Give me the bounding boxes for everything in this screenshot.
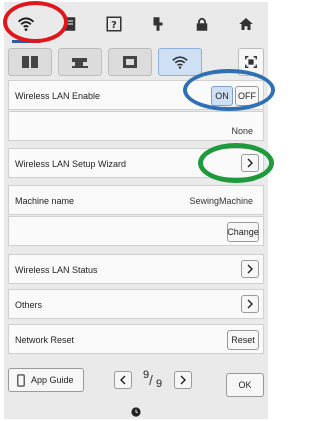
wireless-off-button[interactable]: OFF <box>235 86 259 106</box>
machine-name-value: SewingMachine <box>189 196 253 206</box>
ok-button[interactable]: OK <box>226 373 264 397</box>
fit-screen-icon <box>245 56 257 68</box>
phone-icon <box>17 373 25 387</box>
home-icon <box>239 18 253 30</box>
others-row[interactable]: Others <box>8 289 264 319</box>
help-icon: ? <box>106 16 122 32</box>
others-label: Others <box>15 300 43 310</box>
machine-name-label: Machine name <box>15 196 75 206</box>
wireless-lan-enable-label: Wireless LAN Enable <box>15 91 101 101</box>
svg-text:?: ? <box>111 20 117 31</box>
chevron-right-icon <box>180 375 186 385</box>
settings-screen: ? Wireless LAN Enable ON OFF None Wirele… <box>4 2 268 419</box>
embroidery-icon <box>153 17 163 31</box>
page-indicator: 9 / 9 <box>137 368 171 392</box>
chevron-right-icon <box>247 264 253 274</box>
wifi-icon <box>17 17 35 31</box>
page-icon <box>64 17 76 31</box>
others-arrow-button[interactable] <box>241 295 259 313</box>
embroidery-frame-icon <box>123 56 137 68</box>
tab-embroidery[interactable] <box>136 2 180 46</box>
machine-name-change-row: Change <box>8 216 264 246</box>
setup-wizard-arrow-button[interactable] <box>241 154 259 172</box>
subtab-sewing[interactable] <box>58 48 102 76</box>
chevron-right-icon <box>247 158 253 168</box>
setup-wizard-row[interactable]: Wireless LAN Setup Wizard <box>8 148 264 178</box>
subtab-embroidery-frame[interactable] <box>108 48 152 76</box>
sub-tab-bar <box>8 48 264 78</box>
lan-status-arrow-button[interactable] <box>241 260 259 278</box>
page-prev-button[interactable] <box>114 371 132 389</box>
clock-icon <box>131 407 141 417</box>
change-name-button[interactable]: Change <box>227 222 259 242</box>
network-name-value: None <box>231 126 253 136</box>
tab-page[interactable] <box>48 2 92 46</box>
reset-button[interactable]: Reset <box>227 330 259 350</box>
fit-screen-button[interactable] <box>238 48 264 76</box>
app-guide-label: App Guide <box>31 375 74 385</box>
top-tab-bar: ? <box>4 2 268 46</box>
app-guide-button[interactable]: App Guide <box>8 368 84 392</box>
network-name-row: None <box>8 111 264 141</box>
tab-home[interactable] <box>224 2 268 46</box>
lan-status-row[interactable]: Wireless LAN Status <box>8 254 264 284</box>
wireless-on-button[interactable]: ON <box>211 86 233 106</box>
subtab-book[interactable] <box>8 48 52 76</box>
lock-icon <box>196 17 208 31</box>
tab-help[interactable]: ? <box>92 2 136 46</box>
machine-name-row: Machine name SewingMachine <box>8 185 264 215</box>
tab-wireless[interactable] <box>4 2 48 46</box>
wifi-icon <box>172 56 188 69</box>
wireless-lan-enable-row: Wireless LAN Enable ON OFF <box>8 80 264 110</box>
page-slash: / <box>149 372 153 388</box>
page-next-button[interactable] <box>174 371 192 389</box>
setup-wizard-label: Wireless LAN Setup Wizard <box>15 159 127 169</box>
page-total: 9 <box>156 378 163 390</box>
sewing-machine-icon <box>72 58 88 68</box>
chevron-right-icon <box>247 299 253 309</box>
network-reset-row: Network Reset Reset <box>8 324 264 354</box>
subtab-wireless[interactable] <box>158 48 202 76</box>
network-reset-label: Network Reset <box>15 335 75 345</box>
lan-status-label: Wireless LAN Status <box>15 265 98 275</box>
book-icon <box>22 56 38 68</box>
tab-lock[interactable] <box>180 2 224 46</box>
chevron-left-icon <box>120 375 126 385</box>
